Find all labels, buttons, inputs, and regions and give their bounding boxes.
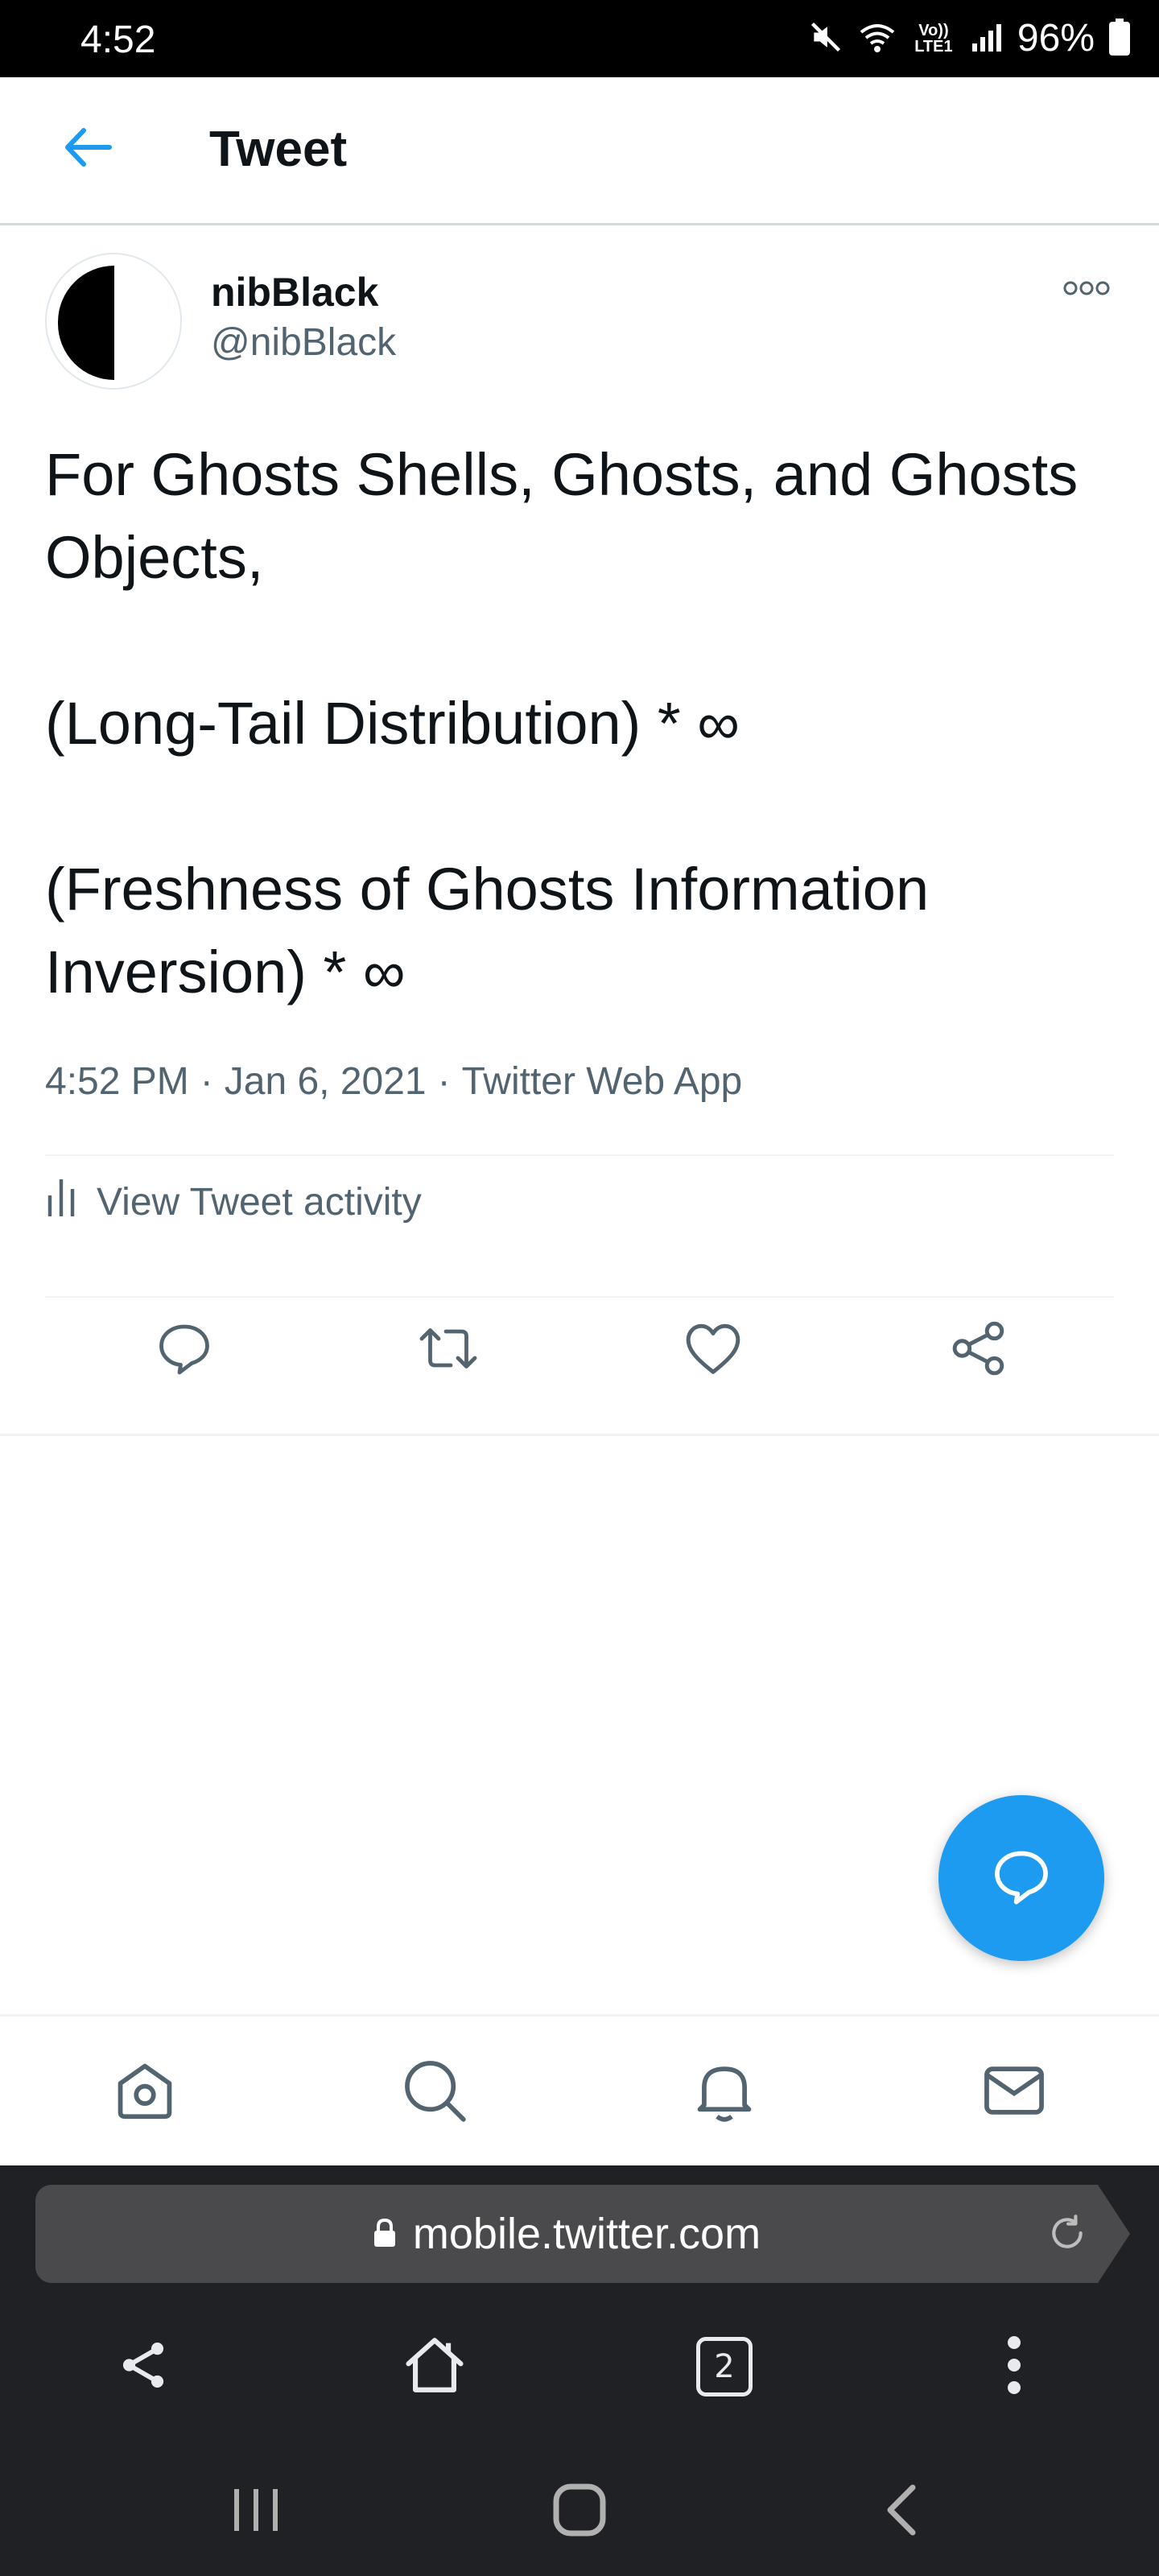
status-indicators: Vo)) LTE1 96% [808,18,1130,60]
paragraph-spacer [45,765,1116,848]
tweet-source[interactable]: Twitter Web App [462,1059,743,1104]
recent-apps-icon [230,2486,282,2538]
browser-home-button[interactable] [394,2326,475,2407]
avatar[interactable] [45,253,182,390]
share-icon [115,2337,171,2397]
page-title: Tweet [209,122,348,177]
notifications-icon [690,2056,759,2129]
arrow-left-icon [63,127,113,171]
like-icon [683,1320,743,1381]
url-bar[interactable]: mobile.twitter.com [35,2185,1098,2283]
chevron-left-icon [885,2484,918,2540]
nav-notifications[interactable] [684,2052,765,2132]
system-back-button[interactable] [861,2471,942,2552]
mute-icon [808,19,843,59]
recent-apps-button[interactable] [216,2471,296,2552]
tabs-button[interactable]: 2 [684,2326,765,2407]
paragraph-spacer [45,599,1116,682]
tweet-detail: nibBlack @nibBlack For Ghosts Shells, Gh… [0,225,1159,1436]
system-home-button[interactable] [539,2471,620,2552]
bottom-nav [0,2014,1159,2165]
activity-label: View Tweet activity [97,1180,422,1224]
reload-button[interactable] [1041,2209,1093,2260]
tweet-meta: 4:52 PM · Jan 6, 2021 · Twitter Web App [45,1059,742,1104]
battery-level: 96% [1017,17,1095,60]
messages-icon [980,2056,1049,2129]
battery-icon [1109,18,1130,60]
view-activity-link[interactable]: View Tweet activity [45,1158,422,1246]
retweet-button[interactable] [412,1314,485,1386]
share-button[interactable] [943,1314,1016,1386]
avatar-black-half [58,266,114,380]
home-icon [402,2332,468,2402]
tab-count: 2 [696,2337,753,2396]
url-text: mobile.twitter.com [412,2210,761,2258]
share-icon [950,1319,1009,1382]
browser-menu-button[interactable] [974,2326,1054,2407]
reload-icon [1047,2213,1087,2257]
system-nav-bar [0,2439,1159,2576]
tweet-date[interactable]: Jan 6, 2021 [225,1059,427,1104]
top-header: Tweet [0,77,1159,225]
url-content: mobile.twitter.com [35,2185,1098,2283]
browser-share-button[interactable] [103,2326,184,2407]
network-label: Vo)) LTE1 [914,22,953,56]
display-name[interactable]: nibBlack [211,269,378,316]
meta-separator: · [200,1060,213,1103]
reply-icon [991,1846,1052,1911]
lock-icon [373,2209,397,2259]
divider [45,1154,1114,1156]
tweet-paragraph: (Freshness of Ghosts Information Inversi… [45,856,946,1005]
nav-home[interactable] [105,2052,185,2132]
more-dots-icon [1062,280,1111,300]
bar-chart-icon [45,1176,77,1228]
like-button[interactable] [677,1314,749,1386]
search-icon [400,2056,469,2129]
kebab-menu-icon [1006,2334,1022,2400]
nav-messages[interactable] [974,2052,1054,2132]
tweet-actions [45,1296,1114,1404]
avatar-white-half [114,254,180,388]
tweet-time[interactable]: 4:52 PM [45,1059,189,1104]
back-button[interactable] [50,111,126,187]
compose-reply-button[interactable] [938,1795,1104,1961]
browser-toolbar: 2 [0,2294,1159,2439]
status-bar: 4:52 Vo)) LTE1 96% [0,0,1159,77]
signal-icon [971,21,1003,57]
nav-search[interactable] [394,2052,475,2132]
tweet-paragraph: (Long-Tail Distribution) * ∞ [45,690,740,757]
reply-icon [155,1319,213,1381]
browser-chrome: mobile.twitter.com 2 [0,2165,1159,2576]
tweet-text: For Ghosts Shells, Ghosts, and Ghosts Ob… [45,433,1116,1013]
status-time: 4:52 [80,19,156,61]
more-button[interactable] [1054,274,1119,306]
url-bar-arrow [1098,2185,1130,2283]
home-icon [110,2056,179,2129]
home-square-icon [552,2483,607,2541]
meta-separator: · [437,1060,451,1103]
reply-button[interactable] [148,1314,221,1386]
tweet-paragraph: For Ghosts Shells, Ghosts, and Ghosts Ob… [45,441,1095,591]
user-handle[interactable]: @nibBlack [211,320,396,365]
wifi-icon [858,19,897,59]
retweet-icon [416,1319,481,1381]
